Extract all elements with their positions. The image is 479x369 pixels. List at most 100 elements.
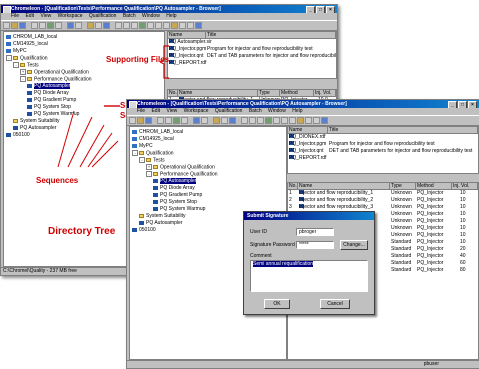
col-type-header[interactable]: Type — [258, 90, 280, 96]
minimize-button[interactable]: _ — [306, 6, 315, 13]
col-sample-name-header[interactable]: Name — [178, 90, 258, 96]
queue-icon[interactable] — [95, 22, 102, 29]
save-icon[interactable] — [19, 22, 26, 29]
tree-node[interactable]: PQ Diode Array — [153, 185, 195, 191]
col-sample-name-header[interactable]: Name — [298, 183, 390, 189]
tree-node[interactable]: PQ Diode Array — [27, 90, 69, 96]
tree-node[interactable]: CHROM_LAB_local — [6, 34, 57, 40]
tree-node[interactable]: PQ Autosampler — [139, 220, 182, 226]
menu-qualification[interactable]: Qualification — [215, 108, 243, 114]
list-icon[interactable] — [249, 117, 256, 124]
change-button[interactable]: Change... — [340, 240, 368, 250]
filter-icon[interactable] — [163, 22, 170, 29]
file-row[interactable]: PQ Autosampler.sir — [168, 39, 336, 45]
pause-icon[interactable] — [313, 117, 320, 124]
file-row[interactable]: PQ_REPORT.rdf — [288, 155, 478, 161]
grid-icon[interactable] — [115, 22, 122, 29]
menu-batch[interactable]: Batch — [249, 108, 262, 114]
col-method-header[interactable]: Method — [416, 183, 452, 189]
paste-icon[interactable] — [173, 117, 180, 124]
tree-node[interactable]: - Performance Qualification — [146, 171, 218, 177]
new-icon[interactable] — [129, 117, 136, 124]
tree-node[interactable]: MyPC — [132, 143, 153, 149]
file-row[interactable]: PQ_Injector.pgm Program for injector and … — [288, 141, 478, 147]
tree-node[interactable]: + Operational Qualification — [20, 69, 89, 75]
col-no-header[interactable]: No. — [288, 183, 298, 189]
details-icon[interactable] — [257, 117, 264, 124]
tree-node[interactable]: + Operational Qualification — [146, 164, 215, 170]
pause-icon[interactable] — [187, 22, 194, 29]
maximize-button[interactable]: □ — [316, 6, 325, 13]
help-icon[interactable] — [229, 117, 236, 124]
tree-node[interactable]: 050100 — [132, 227, 156, 233]
tree-node[interactable]: System Suitability — [139, 213, 185, 219]
menu-qualification[interactable]: Qualification — [89, 13, 117, 19]
tree-node[interactable]: CM14925_local — [132, 136, 174, 142]
tree-node[interactable]: - Tests — [13, 62, 39, 68]
menu-help[interactable]: Help — [166, 13, 176, 19]
stop-icon[interactable] — [179, 22, 186, 29]
filter-icon[interactable] — [289, 117, 296, 124]
minimize-button[interactable]: _ — [448, 101, 457, 108]
batch-icon[interactable] — [87, 22, 94, 29]
copy-icon[interactable] — [39, 22, 46, 29]
sort-icon[interactable] — [281, 117, 288, 124]
run-icon[interactable] — [195, 22, 202, 29]
tree-node[interactable]: CHROM_LAB_local — [132, 129, 183, 135]
tree-node[interactable]: - Qualification — [6, 55, 48, 61]
tree-node[interactable]: - Tests — [139, 157, 165, 163]
expand-icon[interactable]: + — [20, 69, 26, 75]
copy-icon[interactable] — [165, 117, 172, 124]
tree-node[interactable]: PQ System Stop — [153, 199, 197, 205]
col-method-header[interactable]: Method — [280, 90, 314, 96]
file-row[interactable]: PQ_Injector.qnt DET and TAB parameters fo… — [288, 148, 478, 154]
collapse-icon[interactable]: - — [132, 150, 138, 156]
delete-icon[interactable] — [181, 117, 188, 124]
tree-node[interactable]: PQ Gradient Pump — [153, 192, 202, 198]
report-icon[interactable] — [139, 22, 146, 29]
tree-node[interactable]: - Performance Qualification — [20, 76, 92, 82]
menu-view[interactable]: View — [166, 108, 177, 114]
col-inj-header[interactable]: Inj. Vol. — [452, 183, 478, 189]
preview-icon[interactable] — [75, 22, 82, 29]
preview-icon[interactable] — [201, 117, 208, 124]
save-icon[interactable] — [145, 117, 152, 124]
file-row[interactable]: PQ_DIONEX.rdf — [288, 134, 478, 140]
menu-view[interactable]: View — [40, 13, 51, 19]
sample-row[interactable]: 2 Injector and flow reproducibility_2 Unkn… — [288, 197, 478, 203]
menu-edit[interactable]: Edit — [25, 13, 34, 19]
file-row[interactable]: PQ_Injector.pgm Program for injector and … — [168, 46, 336, 52]
col-name-header[interactable]: Name — [168, 32, 206, 38]
tree-node[interactable]: PQ Autosampler — [13, 125, 56, 131]
play-icon[interactable] — [297, 117, 304, 124]
chart-icon[interactable] — [147, 22, 154, 29]
print-icon[interactable] — [67, 22, 74, 29]
collapse-icon[interactable]: - — [146, 171, 152, 177]
tree-node[interactable]: 050100 — [6, 132, 30, 138]
menu-workspace[interactable]: Workspace — [58, 13, 83, 19]
cut-icon[interactable] — [157, 117, 164, 124]
tree-node[interactable]: MyPC — [6, 48, 27, 54]
tree-node[interactable]: - Qualification — [132, 150, 174, 156]
tree-node[interactable]: PQ Autosampler — [27, 83, 71, 89]
open-icon[interactable] — [137, 117, 144, 124]
expand-icon[interactable]: + — [146, 164, 152, 170]
print-icon[interactable] — [193, 117, 200, 124]
menu-workspace[interactable]: Workspace — [184, 108, 209, 114]
sort-icon[interactable] — [155, 22, 162, 29]
queue-icon[interactable] — [221, 117, 228, 124]
menu-window[interactable]: Window — [268, 108, 286, 114]
help-icon[interactable] — [103, 22, 110, 29]
collapse-icon[interactable]: - — [20, 76, 26, 82]
tree-node[interactable]: PQ System Warmup — [153, 206, 205, 212]
grid-icon[interactable] — [241, 117, 248, 124]
open-icon[interactable] — [11, 22, 18, 29]
list-icon[interactable] — [123, 22, 130, 29]
menu-file[interactable]: File — [137, 108, 145, 114]
batch-icon[interactable] — [213, 117, 220, 124]
stop-icon[interactable] — [305, 117, 312, 124]
chart-icon[interactable] — [273, 117, 280, 124]
ok-button[interactable]: OK — [264, 299, 290, 309]
col-type-header[interactable]: Type — [390, 183, 416, 189]
menu-edit[interactable]: Edit — [151, 108, 160, 114]
